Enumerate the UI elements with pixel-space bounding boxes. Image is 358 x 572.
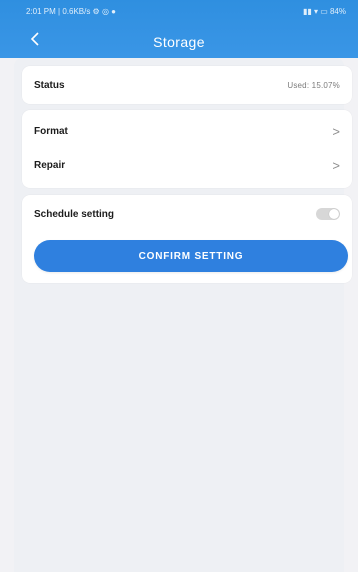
top-app-bar: 2:01 PM | 0.6KB/s ⚙ ◎ ● ▮▮ ▾ ▭ 84% Stora… [0,0,358,58]
actions-card: Format > Repair > [22,110,352,188]
repair-row[interactable]: Repair > [34,154,340,176]
confirm-setting-button[interactable]: CONFIRM SETTING [34,240,348,272]
page-title: Storage [153,34,205,50]
schedule-toggle[interactable] [316,208,340,220]
schedule-row: Schedule setting [34,203,340,225]
format-label: Format [34,125,68,137]
storage-used-value: Used: 15.07% [287,80,340,90]
repair-label: Repair [34,159,66,171]
format-row[interactable]: Format > [34,120,340,142]
chevron-right-icon: > [332,157,340,173]
status-label: Status [34,79,65,91]
status-bar: 2:01 PM | 0.6KB/s ⚙ ◎ ● ▮▮ ▾ ▭ 84% [0,0,358,22]
schedule-setting-label: Schedule setting [34,208,115,220]
status-row: Status Used: 15.07% [34,74,340,96]
status-card: Status Used: 15.07% [22,66,352,104]
chevron-right-icon: > [332,123,340,139]
status-bar-right: ▮▮ ▾ ▭ 84% [302,7,346,16]
status-bar-left: 2:01 PM | 0.6KB/s ⚙ ◎ ● [26,7,116,16]
